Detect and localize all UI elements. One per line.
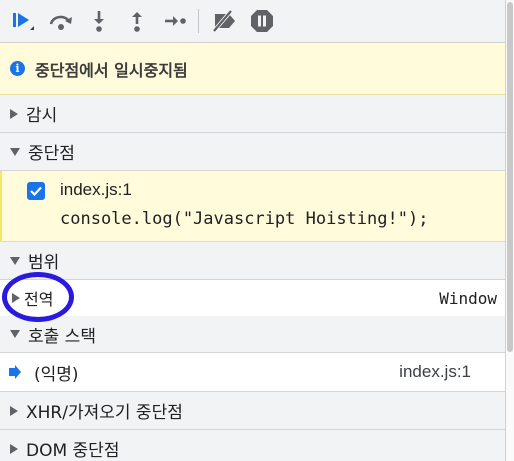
step-over-button[interactable] bbox=[42, 3, 80, 39]
callstack-frame-name: (익명) bbox=[34, 364, 79, 385]
expand-arrow-icon bbox=[12, 293, 20, 303]
collapse-arrow-icon bbox=[10, 330, 20, 338]
expand-arrow-icon bbox=[10, 443, 18, 454]
scope-item-value: Window bbox=[439, 288, 497, 308]
section-dom-label: DOM 중단점 bbox=[26, 441, 120, 461]
deactivate-breakpoints-icon bbox=[212, 10, 235, 32]
current-frame-arrow-icon bbox=[9, 365, 21, 379]
step-out-button[interactable] bbox=[118, 3, 156, 39]
step-into-icon bbox=[94, 11, 104, 32]
breakpoint-checkbox[interactable] bbox=[27, 182, 45, 200]
resume-icon bbox=[13, 13, 34, 30]
step-out-icon bbox=[132, 12, 142, 32]
section-callstack-label: 호출 스택 bbox=[28, 326, 96, 347]
info-icon: i bbox=[10, 61, 25, 76]
section-breakpoints-label: 중단점 bbox=[28, 144, 75, 164]
collapse-arrow-icon bbox=[10, 147, 20, 156]
section-scope-label: 범위 bbox=[28, 253, 60, 273]
callstack-frame[interactable]: (익명) index.js:1 bbox=[0, 353, 505, 392]
breakpoint-code: console.log("Javascript Hoisting!"); bbox=[60, 209, 429, 229]
step-into-button[interactable] bbox=[80, 3, 118, 39]
scrollbar[interactable] bbox=[506, 0, 514, 461]
step-button[interactable] bbox=[156, 3, 194, 39]
section-xhr-label: XHR/가져오기 중단점 bbox=[26, 403, 183, 423]
collapse-arrow-icon bbox=[10, 256, 20, 265]
scrollbar-thumb[interactable] bbox=[507, 2, 513, 352]
section-callstack[interactable]: 호출 스택 bbox=[0, 316, 505, 353]
scope-item-label: 전역 bbox=[24, 290, 54, 309]
scope-item-global[interactable]: 전역 Window bbox=[0, 280, 505, 316]
section-xhr-breakpoints[interactable]: XHR/가져오기 중단점 bbox=[0, 392, 505, 430]
paused-message: 중단점에서 일시중지됨 bbox=[35, 60, 188, 80]
debugger-toolbar bbox=[0, 0, 505, 43]
toolbar-separator bbox=[198, 9, 199, 33]
expand-arrow-icon bbox=[10, 405, 18, 416]
debugger-panel: i 중단점에서 일시중지됨 감시 중단점 index.js:1 console.… bbox=[0, 0, 506, 461]
breakpoint-location: index.js:1 bbox=[60, 180, 132, 199]
step-over-icon bbox=[49, 15, 72, 30]
paused-banner: i 중단점에서 일시중지됨 bbox=[0, 43, 505, 95]
section-dom-breakpoints[interactable]: DOM 중단점 bbox=[0, 430, 505, 461]
callstack-frame-location: index.js:1 bbox=[399, 362, 471, 381]
section-watch[interactable]: 감시 bbox=[0, 95, 505, 133]
resume-button[interactable] bbox=[4, 3, 42, 39]
section-scope[interactable]: 범위 bbox=[0, 242, 505, 280]
section-watch-label: 감시 bbox=[26, 106, 58, 126]
deactivate-breakpoints-button[interactable] bbox=[205, 3, 243, 39]
pause-on-exceptions-icon bbox=[251, 10, 273, 32]
checkmark-icon bbox=[30, 186, 42, 197]
expand-arrow-icon bbox=[10, 108, 18, 119]
step-icon bbox=[165, 16, 186, 26]
pause-on-exceptions-button[interactable] bbox=[243, 3, 281, 39]
section-breakpoints[interactable]: 중단점 bbox=[0, 133, 505, 171]
breakpoint-item[interactable]: index.js:1 console.log("Javascript Hoist… bbox=[0, 171, 505, 242]
